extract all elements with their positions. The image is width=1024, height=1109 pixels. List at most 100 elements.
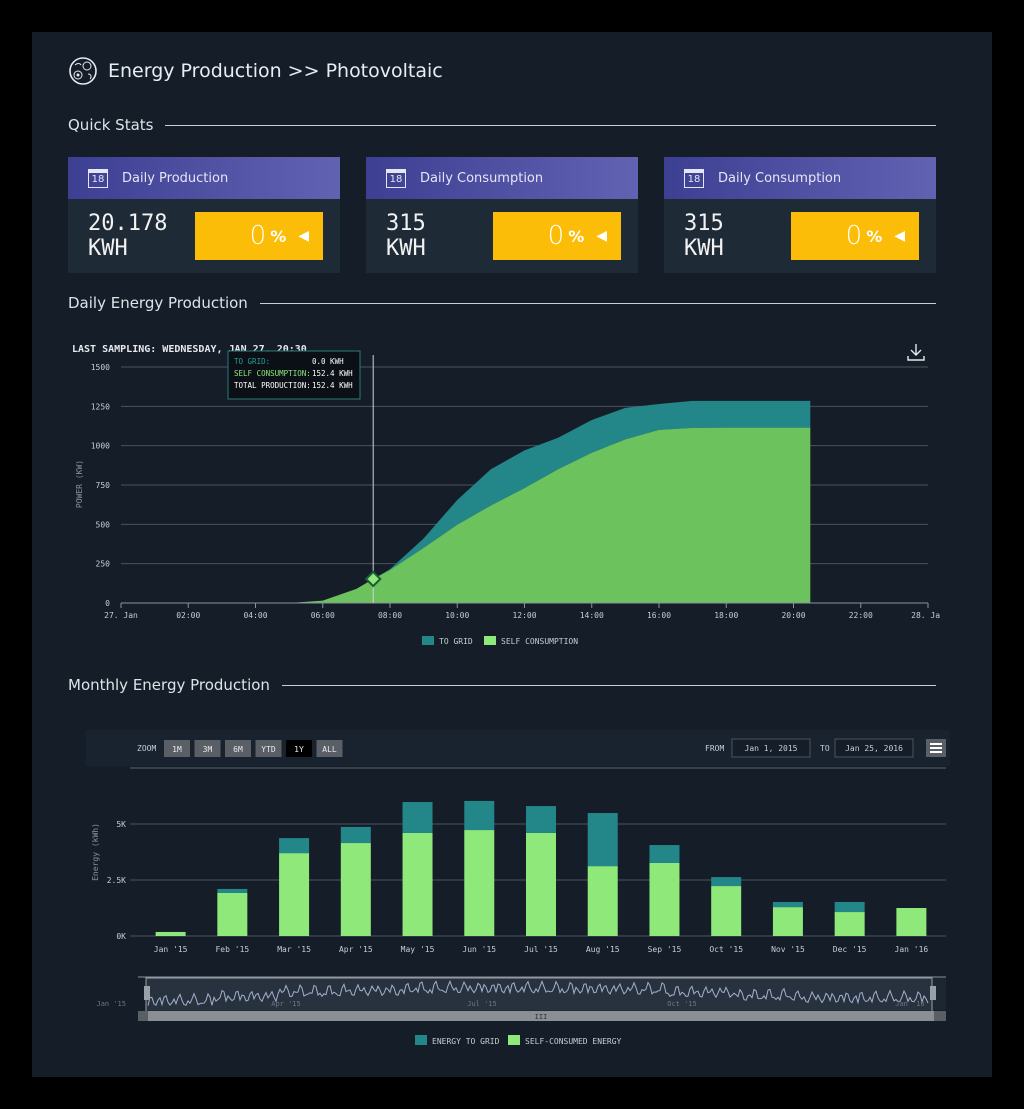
bar-to-grid[interactable]: [649, 845, 680, 863]
y-tick-label: 2.5K: [107, 876, 126, 885]
bar-self-consumed[interactable]: [649, 862, 680, 936]
x-tick-label: Dec '15: [833, 945, 867, 954]
stat-number: 315: [684, 211, 724, 236]
legend-swatch[interactable]: [484, 636, 496, 645]
x-tick-label: 10:00: [445, 611, 469, 620]
legend-item[interactable]: SELF-CONSUMED ENERGY: [525, 1037, 622, 1046]
stat-percent-badge: 0% ◀: [791, 212, 919, 260]
bar-self-consumed[interactable]: [834, 912, 865, 936]
navigator-handle-left[interactable]: [144, 986, 150, 1000]
stat-unit: KWH: [386, 236, 426, 261]
bar-self-consumed[interactable]: [896, 908, 927, 936]
y-tick-label: 0K: [116, 932, 126, 941]
zoom-button-label[interactable]: ALL: [322, 745, 337, 754]
bar-to-grid[interactable]: [526, 806, 556, 833]
tooltip-label: TO GRID:: [234, 357, 270, 366]
divider: [259, 302, 936, 304]
bar-self-consumed[interactable]: [402, 832, 433, 936]
stat-label: Daily Consumption: [718, 170, 842, 186]
navigator-handle-right[interactable]: [930, 986, 936, 1000]
bar-self-consumed[interactable]: [217, 892, 248, 936]
x-tick-label: Feb '15: [215, 945, 249, 954]
zoom-button-label[interactable]: 6M: [233, 745, 243, 754]
stat-value: 315 KWH: [386, 211, 426, 261]
legend-swatch[interactable]: [415, 1035, 427, 1045]
menu-hamburger-icon[interactable]: [926, 739, 946, 757]
bar-self-consumed[interactable]: [711, 886, 742, 936]
download-icon-glyph: [907, 344, 925, 361]
calendar-icon: 18: [88, 168, 108, 188]
section-title: Quick Stats: [68, 116, 154, 134]
percent-value: 0: [249, 221, 267, 251]
stat-card-header: 18 Daily Consumption: [366, 157, 638, 199]
daily-chart: LAST SAMPLING: WEDNESDAY, JAN 27, 20:300…: [72, 344, 940, 646]
y-tick-label: 750: [96, 481, 111, 490]
bar-self-consumed[interactable]: [587, 866, 618, 936]
navigator-window[interactable]: [145, 977, 933, 1013]
stat-number: 315: [386, 211, 426, 236]
bar-self-consumed[interactable]: [340, 843, 371, 936]
stat-percent-badge: 0% ◀: [493, 212, 621, 260]
zoom-label: ZOOM: [137, 744, 156, 753]
y-tick-label: 5K: [116, 820, 126, 829]
bar-to-grid[interactable]: [711, 877, 742, 887]
tooltip: TO GRID: 0.0 KWHSELF CONSUMPTION: 152.4 KW…: [227, 350, 361, 400]
percent-sign: %: [866, 226, 883, 246]
bar-to-grid[interactable]: [464, 800, 495, 831]
bar-self-consumed[interactable]: [772, 907, 803, 936]
x-tick-label: 08:00: [378, 611, 402, 620]
bar-to-grid[interactable]: [587, 813, 618, 867]
x-tick-label: Jan '16: [895, 945, 929, 954]
x-tick-label: 28. Jan: [911, 611, 940, 620]
caret-left-icon: ◀: [894, 228, 905, 244]
bar-self-consumed[interactable]: [464, 830, 495, 936]
download-icon[interactable]: [907, 344, 925, 361]
bar-self-consumed[interactable]: [526, 832, 556, 936]
zoom-button-label[interactable]: 1Y: [294, 745, 304, 754]
to-date-value[interactable]: Jan 25, 2016: [845, 744, 903, 753]
legend-item[interactable]: SELF CONSUMPTION: [501, 637, 578, 646]
x-tick-label: Nov '15: [771, 945, 805, 954]
x-tick-label: 27. Jan: [104, 611, 138, 620]
from-date-value[interactable]: Jan 1, 2015: [745, 744, 798, 753]
zoom-button-label[interactable]: YTD: [261, 745, 276, 754]
divider: [281, 684, 936, 686]
x-tick-label: Jun '15: [462, 945, 496, 954]
x-tick-label: 02:00: [176, 611, 200, 620]
x-tick-label: 12:00: [512, 611, 536, 620]
tooltip-value: 0.0 KWH: [312, 357, 344, 366]
bar-self-consumed[interactable]: [279, 853, 310, 936]
x-tick-label: 22:00: [849, 611, 873, 620]
stat-number: 20.178: [88, 211, 168, 236]
bar-to-grid[interactable]: [217, 888, 248, 893]
bar-to-grid[interactable]: [834, 901, 865, 913]
bar-to-grid[interactable]: [279, 838, 310, 854]
bar-to-grid[interactable]: [772, 901, 803, 908]
stat-label: Daily Production: [122, 170, 229, 186]
calendar-icon: 18: [386, 168, 406, 188]
legend-item[interactable]: TO GRID: [439, 637, 473, 646]
y-tick-label: 1500: [91, 363, 110, 372]
stat-value: 20.178 KWH: [88, 211, 167, 261]
section-title: Monthly Energy Production: [68, 676, 270, 694]
percent-sign: %: [568, 226, 585, 246]
legend-swatch[interactable]: [422, 636, 434, 645]
y-axis-label: POWER (KW): [75, 460, 84, 508]
bar-self-consumed[interactable]: [155, 931, 186, 936]
zoom-button-label[interactable]: 1M: [172, 745, 182, 754]
y-tick-label: 1000: [91, 442, 110, 451]
x-tick-label: Sep '15: [648, 945, 682, 954]
y-tick-label: 0: [105, 599, 110, 608]
bar-to-grid[interactable]: [402, 802, 433, 833]
caret-left-icon: ◀: [298, 228, 309, 244]
zoom-button-label[interactable]: 3M: [203, 745, 213, 754]
section-daily: Daily Energy Production: [68, 294, 936, 312]
stat-label: Daily Consumption: [420, 170, 544, 186]
stat-unit: KWH: [684, 236, 724, 261]
legend-item[interactable]: ENERGY TO GRID: [432, 1037, 500, 1046]
stat-unit: KWH: [88, 236, 128, 261]
y-axis-label: Energy (kWh): [91, 823, 100, 881]
legend-swatch[interactable]: [508, 1035, 520, 1045]
stat-value: 315 KWH: [684, 211, 724, 261]
bar-to-grid[interactable]: [340, 826, 371, 844]
